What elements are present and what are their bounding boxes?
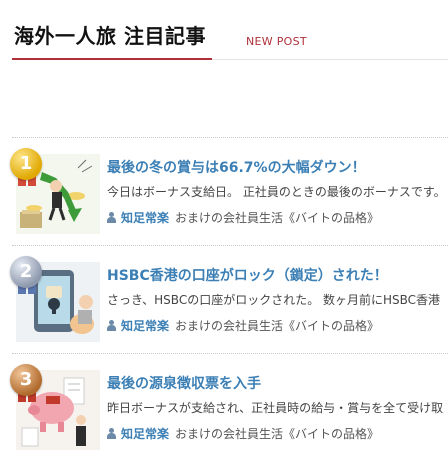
post-category[interactable]: おまけの会社員生活《バイトの品格》 <box>175 211 379 225</box>
list-item[interactable]: 1 最後の冬の賞与は66.7%の大幅ダウン！ 今日はボーナス支給日。 正社員のと… <box>10 137 448 245</box>
post-meta: 知足常楽 おまけの会社員生活《バイトの品格》 <box>107 317 379 334</box>
post-title-link[interactable]: HSBC香港の口座がロック（鎖定）された！ <box>107 265 388 285</box>
person-icon <box>107 320 116 331</box>
post-title-link[interactable]: 最後の源泉徴収票を入手 <box>107 373 261 393</box>
rank-badge: 3 <box>10 364 42 396</box>
post-meta: 知足常楽 おまけの会社員生活《バイトの品格》 <box>107 425 379 442</box>
post-excerpt: 今日はボーナス支給日。 正社員のときの最後のボーナスです。 <box>107 185 446 199</box>
post-category[interactable]: おまけの会社員生活《バイトの品格》 <box>175 427 379 441</box>
header-divider <box>212 59 448 60</box>
post-excerpt: 昨日ボーナスが支給され、正社員時の給与・賞与を全て受け取 <box>107 401 444 415</box>
post-author[interactable]: 知足常楽 <box>121 427 169 441</box>
list-item[interactable]: 2 HSBC香港の口座がロック（鎖定）された！ さっき、HSBCの口座がロックさ… <box>10 245 448 353</box>
rank-badge: 1 <box>10 148 42 180</box>
section-subtitle: NEW POST <box>246 35 307 48</box>
post-author[interactable]: 知足常楽 <box>121 211 169 225</box>
section-header: 海外一人旅 注目記事 NEW POST <box>14 14 448 60</box>
header-accent-line <box>12 58 212 60</box>
section-title: 海外一人旅 注目記事 <box>14 24 206 48</box>
post-title-link[interactable]: 最後の冬の賞与は66.7%の大幅ダウン！ <box>107 157 366 177</box>
person-icon <box>107 428 116 439</box>
post-category[interactable]: おまけの会社員生活《バイトの品格》 <box>175 319 379 333</box>
rank-badge: 2 <box>10 256 42 288</box>
person-icon <box>107 212 116 223</box>
post-excerpt: さっき、HSBCの口座がロックされた。 数ヶ月前にHSBC香港 <box>107 293 441 307</box>
list-item[interactable]: 3 最後の源泉徴収票を入手 昨日ボーナスが支給され、正社員時の給与・賞与を全て受… <box>10 353 448 461</box>
post-author[interactable]: 知足常楽 <box>121 319 169 333</box>
post-meta: 知足常楽 おまけの会社員生活《バイトの品格》 <box>107 209 379 226</box>
post-list: 1 最後の冬の賞与は66.7%の大幅ダウン！ 今日はボーナス支給日。 正社員のと… <box>10 137 448 461</box>
